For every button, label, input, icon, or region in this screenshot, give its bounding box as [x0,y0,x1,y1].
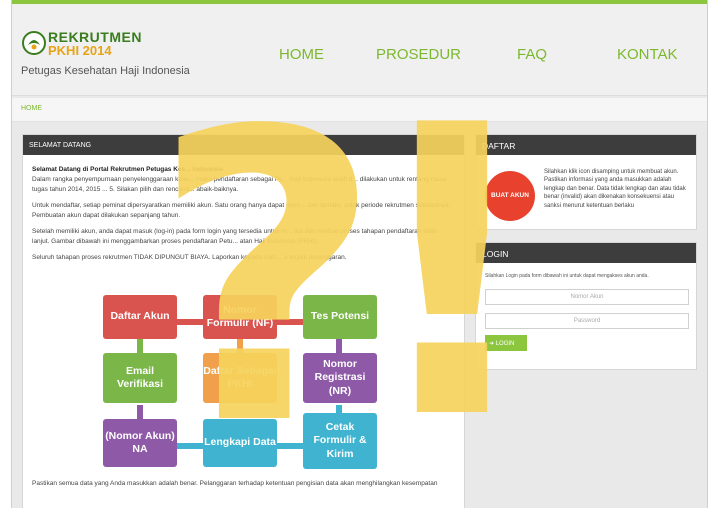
logo-year: PKHI 2014 [48,43,112,58]
flow-step-lengkapi-data: Lengkapi Data [203,419,277,467]
flow-step-cetak-formulir: Cetak Formulir & Kirim [303,413,377,469]
welcome-paragraph-5: Pastikan semua data yang Anda masukkan a… [32,480,438,487]
nav-home[interactable]: HOME [279,46,324,63]
flow-step-nomor-akun: (Nomor Akun) NA [103,419,177,467]
login-heading: LOGIN [476,243,696,263]
flow-step-nomor-registrasi: Nomor Registrasi (NR) [303,353,377,403]
nav-faq[interactable]: FAQ [517,46,547,63]
welcome-paragraph-3: Setelah memiliki akun, anda dapat masuk … [32,228,438,245]
welcome-lead: Selamat Datang di Portal Rekrutmen Petug… [32,166,223,173]
flow-step-daftar-akun: Daftar Akun [103,295,177,339]
welcome-heading: SELAMAT DATANG [23,135,464,155]
daftar-instructions: Silahkan klik icon disamping untuk membu… [544,169,686,209]
welcome-paragraph-1: Dalam rangka penyempurnaan penyelenggara… [32,176,447,193]
site-tagline: Petugas Kesehatan Haji Indonesia [21,65,190,77]
breadcrumb-home-link[interactable]: HOME [21,105,42,112]
flow-step-daftar-sebagai: Daftar Sebagai PKHI [203,353,277,403]
buat-akun-button[interactable]: BUAT AKUN [485,171,535,221]
logo-emblem-icon [22,31,46,55]
welcome-paragraph-2: Untuk mendaftar, setiap peminat dipersya… [32,202,451,219]
login-hint: Silahkan Login pada form dibawah ini unt… [485,273,649,279]
daftar-heading: DAFTAR [476,135,696,155]
flow-connector [173,319,203,325]
welcome-body: Selamat Datang di Portal Rekrutmen Petug… [23,155,464,262]
login-button[interactable]: ➜ LOGIN [485,335,527,351]
flow-step-nomor-formulir: Nomor Formulir (NF) [203,295,277,339]
account-number-input[interactable]: Nomor Akun [485,289,689,305]
welcome-paragraph-4: Seluruh tahapan proses rekrutmen TIDAK D… [32,253,347,261]
daftar-panel: DAFTAR BUAT AKUN Silahkan klik icon disa… [475,134,697,230]
flow-connector [273,443,303,449]
arrow-right-icon: ➜ [489,341,496,347]
login-button-label: LOGIN [495,341,515,347]
flow-connector [173,443,203,449]
nav-kontak[interactable]: KONTAK [617,46,678,63]
flow-step-email-verifikasi: Email Verifikasi [103,353,177,403]
welcome-panel: SELAMAT DATANG Selamat Datang di Portal … [22,134,465,508]
browser-page: REKRUTMEN PKHI 2014 Petugas Kesehatan Ha… [11,0,708,508]
flow-step-tes-potensi: Tes Potensi [303,295,377,339]
password-input[interactable]: Password [485,313,689,329]
breadcrumb: HOME [12,98,707,122]
registration-flow-diagram: Daftar Akun Nomor Formulir (NF) Tes Pote… [103,295,393,475]
nav-prosedur[interactable]: PROSEDUR [376,46,461,63]
flow-connector [273,319,303,325]
login-panel: LOGIN Silahkan Login pada form dibawah i… [475,242,697,370]
site-header: REKRUTMEN PKHI 2014 Petugas Kesehatan Ha… [12,4,707,96]
